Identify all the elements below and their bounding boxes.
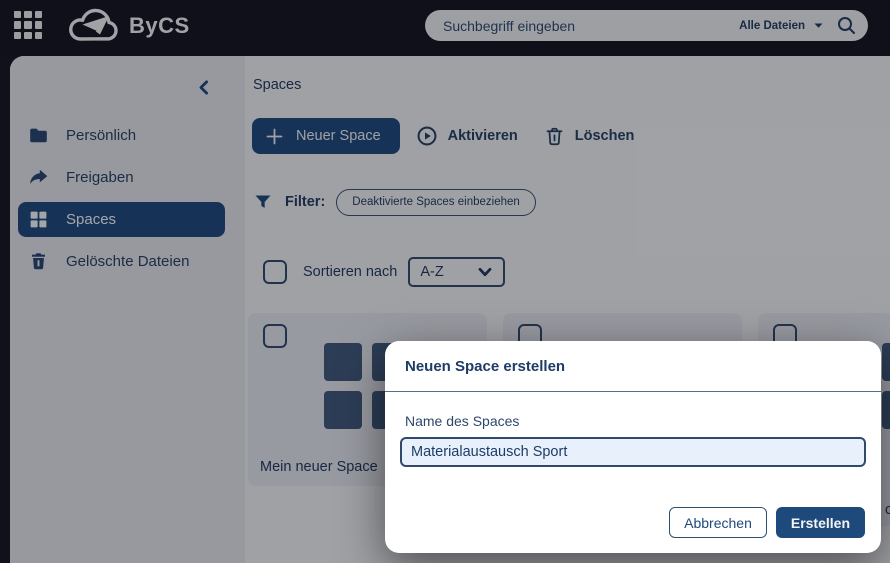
modal-footer: Abbrechen Erstellen xyxy=(669,507,865,538)
cancel-button[interactable]: Abbrechen xyxy=(669,507,767,538)
space-name-input[interactable] xyxy=(400,437,866,467)
modal-body: Name des Spaces xyxy=(385,392,881,467)
modal-title: Neuen Space erstellen xyxy=(385,341,881,392)
space-name-label: Name des Spaces xyxy=(405,413,866,429)
create-button[interactable]: Erstellen xyxy=(776,507,865,538)
create-space-modal: Neuen Space erstellen Name des Spaces Ab… xyxy=(385,341,881,553)
